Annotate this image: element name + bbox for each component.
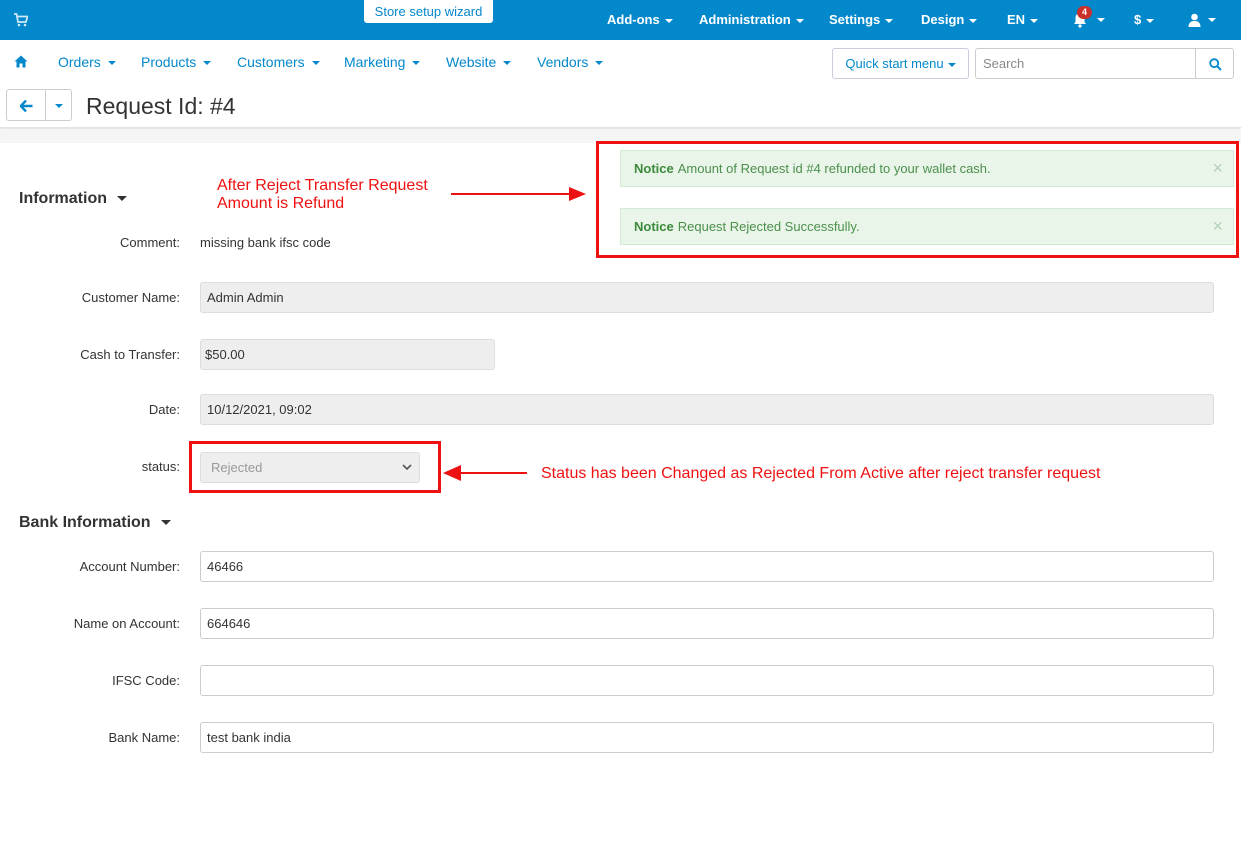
chevron-down-icon[interactable] bbox=[1097, 18, 1105, 22]
ifsc-code-input[interactable] bbox=[200, 665, 1214, 696]
chevron-down-icon bbox=[412, 61, 421, 66]
notification-badge: 4 bbox=[1077, 6, 1092, 19]
status-label: status: bbox=[141, 459, 180, 474]
design-menu[interactable]: Design bbox=[921, 0, 978, 40]
chevron-down-icon bbox=[55, 104, 63, 108]
chevron-down-icon[interactable] bbox=[1208, 18, 1216, 22]
comment-label: Comment: bbox=[120, 235, 180, 250]
bank-information-heading-label: Bank Information bbox=[19, 514, 151, 531]
back-button[interactable] bbox=[6, 89, 46, 121]
bank-information-heading[interactable]: Bank Information bbox=[19, 514, 171, 532]
search-icon bbox=[1209, 58, 1222, 71]
addons-label: Add-ons bbox=[607, 12, 660, 27]
customer-name-label: Customer Name: bbox=[81, 290, 180, 305]
information-heading-label: Information bbox=[19, 190, 107, 207]
chevron-down-icon bbox=[203, 61, 212, 66]
notice-highlight-box bbox=[596, 141, 1239, 258]
currency-menu[interactable]: $ bbox=[1134, 0, 1155, 40]
information-heading[interactable]: Information bbox=[19, 190, 127, 208]
language-label: EN bbox=[1007, 12, 1026, 27]
customer-name-field bbox=[200, 282, 1214, 313]
chevron-down-icon bbox=[1030, 18, 1039, 23]
nav-website-label: Website bbox=[446, 54, 497, 70]
search-button[interactable] bbox=[1195, 48, 1234, 79]
status-highlight-box bbox=[189, 441, 441, 493]
refund-annotation-line1: After Reject Transfer Request bbox=[217, 177, 428, 194]
nav-products[interactable]: Products bbox=[141, 40, 212, 86]
arrow-left-icon bbox=[443, 465, 527, 481]
nav-products-label: Products bbox=[141, 54, 197, 70]
chevron-down-icon bbox=[595, 61, 604, 66]
chevron-down-icon bbox=[117, 196, 127, 202]
arrow-left-icon bbox=[20, 100, 33, 112]
store-setup-wizard-button[interactable]: Store setup wizard bbox=[364, 0, 493, 23]
design-label: Design bbox=[921, 12, 965, 27]
page-title: Request Id: #4 bbox=[86, 93, 236, 119]
quick-start-menu-button[interactable]: Quick start menu bbox=[832, 48, 969, 79]
name-on-account-input[interactable] bbox=[200, 608, 1214, 639]
date-field bbox=[200, 394, 1214, 425]
user-icon[interactable] bbox=[1188, 13, 1201, 27]
comment-value: missing bank ifsc code bbox=[200, 235, 331, 250]
home-icon[interactable] bbox=[14, 55, 28, 68]
nav-orders[interactable]: Orders bbox=[58, 40, 116, 86]
nav-orders-label: Orders bbox=[58, 54, 101, 70]
ifsc-code-label: IFSC Code: bbox=[112, 673, 180, 688]
bank-name-input[interactable] bbox=[200, 722, 1214, 753]
cash-to-transfer-label: Cash to Transfer: bbox=[80, 347, 180, 362]
chevron-down-icon bbox=[311, 61, 320, 66]
nav-customers[interactable]: Customers bbox=[237, 40, 320, 86]
nav-vendors-label: Vendors bbox=[537, 54, 589, 70]
quick-start-label: Quick start menu bbox=[845, 56, 944, 71]
nav-marketing[interactable]: Marketing bbox=[344, 40, 421, 86]
nav-marketing-label: Marketing bbox=[344, 54, 406, 70]
chevron-down-icon bbox=[160, 520, 171, 526]
chevron-down-icon bbox=[885, 18, 894, 23]
back-dropdown-button[interactable] bbox=[45, 89, 72, 121]
account-number-label: Account Number: bbox=[79, 559, 180, 574]
settings-menu[interactable]: Settings bbox=[829, 0, 894, 40]
chevron-down-icon bbox=[503, 61, 512, 66]
chevron-down-icon bbox=[795, 18, 804, 23]
addons-menu[interactable]: Add-ons bbox=[607, 0, 673, 40]
language-menu[interactable]: EN bbox=[1007, 0, 1039, 40]
status-annotation: Status has been Changed as Rejected From… bbox=[541, 465, 1101, 482]
administration-label: Administration bbox=[699, 12, 791, 27]
search-input[interactable] bbox=[975, 48, 1196, 79]
date-label: Date: bbox=[148, 402, 180, 417]
cash-to-transfer-field bbox=[200, 339, 495, 370]
currency-label: $ bbox=[1134, 12, 1142, 27]
account-number-input[interactable] bbox=[200, 551, 1214, 582]
chevron-down-icon bbox=[969, 18, 978, 23]
settings-label: Settings bbox=[829, 12, 881, 27]
chevron-down-icon bbox=[1146, 18, 1155, 23]
chevron-down-icon bbox=[107, 61, 116, 66]
nav-customers-label: Customers bbox=[237, 54, 305, 70]
chevron-down-icon bbox=[947, 62, 956, 67]
chevron-down-icon bbox=[664, 18, 673, 23]
nav-website[interactable]: Website bbox=[446, 40, 512, 86]
arrow-right-icon bbox=[451, 187, 586, 201]
refund-annotation-line2: Amount is Refund bbox=[217, 195, 345, 212]
administration-menu[interactable]: Administration bbox=[699, 0, 804, 40]
name-on-account-label: Name on Account: bbox=[73, 616, 180, 631]
bank-name-label: Bank Name: bbox=[108, 730, 180, 745]
nav-vendors[interactable]: Vendors bbox=[537, 40, 604, 86]
cart-icon[interactable] bbox=[14, 13, 28, 27]
